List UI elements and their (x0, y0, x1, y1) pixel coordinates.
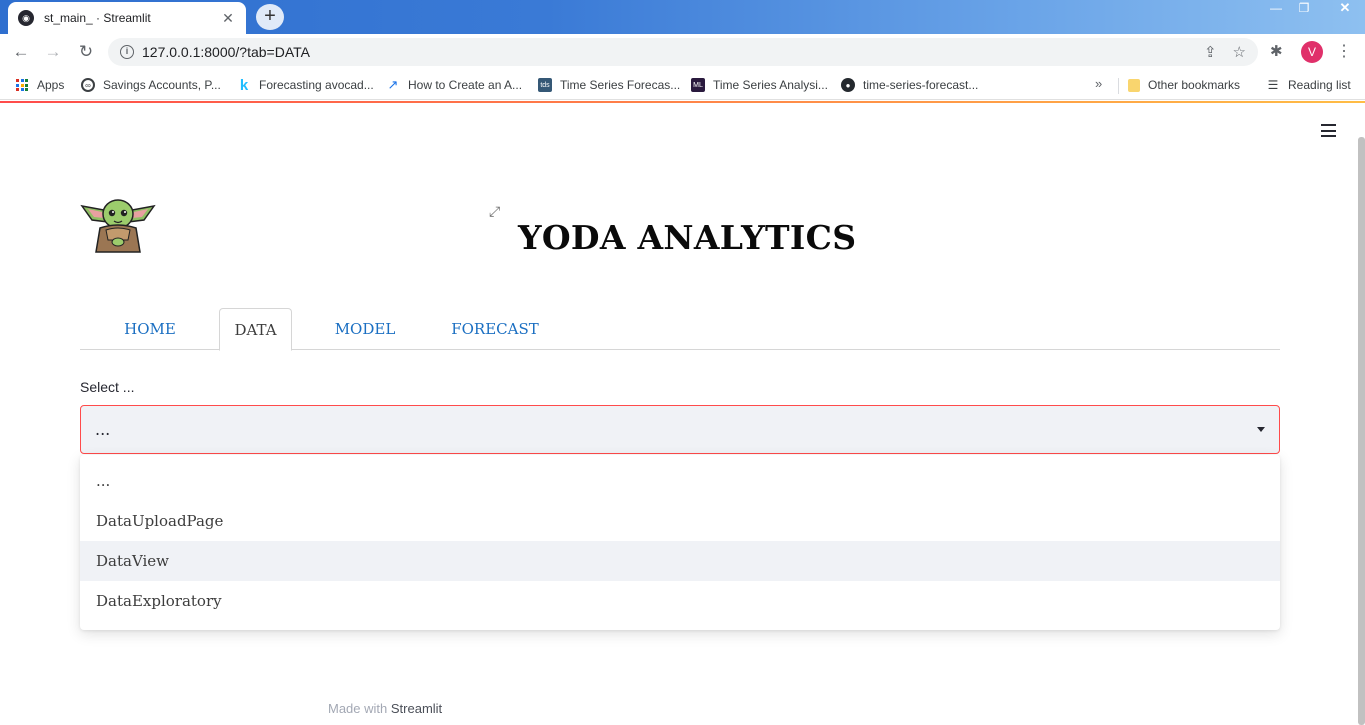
bookmark-apps[interactable]: Apps (16, 76, 64, 94)
select-option-data-exploratory[interactable]: DataExploratory (80, 581, 1280, 621)
maximize-window-button[interactable]: ❐ (1290, 0, 1318, 18)
tab-home[interactable]: HOME (108, 308, 192, 350)
main-menu-hamburger-icon[interactable] (1321, 124, 1339, 140)
footer: Made with Streamlit (328, 701, 442, 716)
url-text[interactable]: 127.0.0.1:8000/?tab=DATA (142, 44, 1188, 60)
browser-tab-strip: ◉ st_main_ · Streamlit ✕ + — ❐ ✕ (0, 0, 1365, 34)
tab-model[interactable]: MODEL (324, 308, 406, 350)
browser-menu-icon[interactable]: ⋮ (1336, 41, 1352, 63)
github-icon: ● (841, 78, 855, 92)
bookmarks-divider (1118, 78, 1119, 94)
reload-icon[interactable]: ↻ (74, 40, 98, 64)
tab-data[interactable]: DATA (219, 308, 292, 351)
select-option-data-upload-page[interactable]: DataUploadPage (80, 501, 1280, 541)
select-option-ellipsis[interactable]: ... (80, 461, 1280, 501)
new-tab-button[interactable]: + (256, 4, 284, 30)
close-window-button[interactable]: ✕ (1325, 0, 1365, 18)
tds-icon: tds (538, 78, 552, 92)
reading-list-label: Reading list (1288, 78, 1351, 92)
bookmarks-bar: Apps ∞ Savings Accounts, P... k Forecast… (0, 70, 1365, 100)
share-icon[interactable]: ⇪ (1204, 43, 1217, 61)
bookmark-savings[interactable]: ∞ Savings Accounts, P... (81, 76, 221, 94)
bookmark-label: Time Series Analysi... (713, 78, 828, 92)
other-bookmarks-label: Other bookmarks (1148, 78, 1241, 92)
page-selectbox[interactable]: ... (80, 405, 1280, 454)
select-label: Select ... (80, 379, 135, 395)
close-tab-icon[interactable]: ✕ (220, 10, 236, 27)
select-option-data-view[interactable]: DataView (80, 541, 1280, 581)
browser-tab[interactable]: ◉ st_main_ · Streamlit ✕ (8, 2, 246, 34)
select-dropdown-menu: ... DataUploadPage DataView DataExplorat… (80, 455, 1280, 630)
bookmark-label: Apps (37, 78, 65, 92)
bookmark-kaggle[interactable]: k Forecasting avocad... (237, 76, 374, 94)
page-scrollbar[interactable] (1358, 137, 1365, 725)
header-decoration-bar (0, 101, 1365, 103)
streamlit-favicon-icon: ◉ (18, 10, 34, 26)
yoda-logo-icon (80, 199, 156, 253)
select-current-value: ... (95, 420, 111, 439)
app-tab-bar: HOME DATA MODEL FORECAST (80, 308, 1280, 351)
profile-avatar[interactable]: V (1301, 41, 1323, 63)
bookmark-star-icon[interactable]: ☆ (1233, 43, 1246, 61)
tab-forecast[interactable]: FORECAST (443, 308, 547, 350)
forward-arrow-icon[interactable]: → (41, 40, 65, 64)
back-arrow-icon[interactable]: ← (9, 40, 33, 64)
site-info-icon[interactable]: i (120, 45, 134, 59)
other-bookmarks[interactable]: Other bookmarks (1128, 76, 1240, 94)
reading-list[interactable]: ☰ Reading list (1266, 76, 1351, 94)
bookmark-label: Time Series Forecas... (560, 78, 681, 92)
folder-icon (1128, 78, 1140, 92)
kaggle-icon: k (239, 76, 249, 94)
minimize-window-button[interactable]: — (1262, 0, 1290, 18)
browser-toolbar: ← → ↻ i 127.0.0.1:8000/?tab=DATA ⇪ ☆ ✱ V… (0, 34, 1365, 70)
bookmark-label: How to Create an A... (408, 78, 523, 92)
bookmark-label: Savings Accounts, P... (103, 78, 221, 92)
tab-title: st_main_ · Streamlit (44, 11, 151, 25)
chevron-down-icon[interactable] (1257, 427, 1265, 432)
bookmark-how-to[interactable]: ↗ How to Create an A... (386, 76, 523, 94)
bookmark-label: Forecasting avocad... (259, 78, 374, 92)
footer-prefix: Made with (328, 701, 391, 716)
bookmarks-overflow-chevron-icon[interactable]: » (1095, 76, 1102, 91)
bookmark-tds[interactable]: tds Time Series Forecas... (538, 76, 680, 94)
fullscreen-expand-icon[interactable]: ⤢ (489, 203, 505, 219)
trend-icon: ↗ (387, 77, 399, 92)
savings-icon: ∞ (81, 78, 95, 92)
extensions-puzzle-icon[interactable]: ✱ (1270, 42, 1283, 60)
apps-grid-icon (16, 79, 28, 91)
ml-icon: ML (691, 78, 705, 92)
bookmark-github[interactable]: ● time-series-forecast... (841, 76, 978, 94)
address-bar[interactable]: i 127.0.0.1:8000/?tab=DATA ⇪ ☆ (108, 38, 1258, 66)
footer-streamlit-link[interactable]: Streamlit (391, 701, 442, 716)
reading-list-icon: ☰ (1267, 78, 1279, 92)
page-title: YODA ANALYTICS (518, 218, 857, 257)
bookmark-ml[interactable]: ML Time Series Analysi... (691, 76, 828, 94)
bookmark-label: time-series-forecast... (863, 78, 979, 92)
